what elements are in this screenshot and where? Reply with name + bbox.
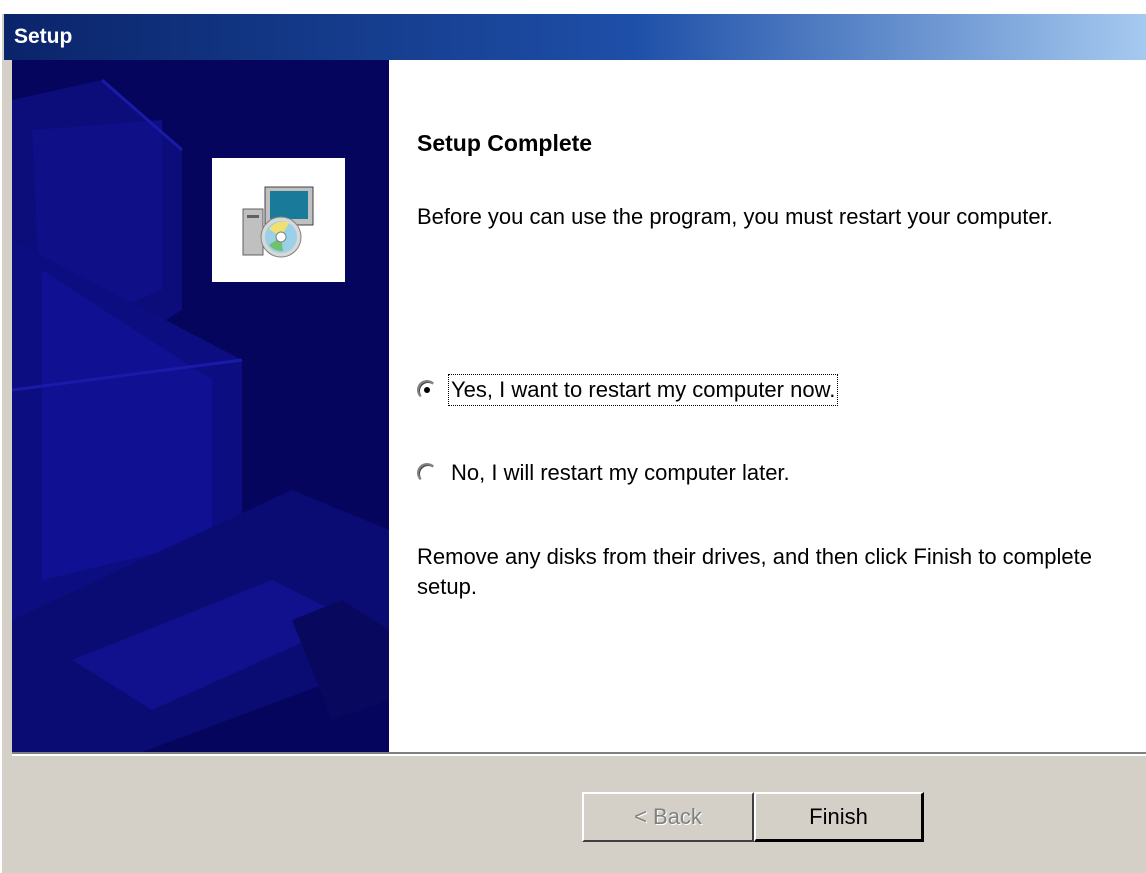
setup-logo-frame — [212, 158, 345, 282]
restart-later-option[interactable]: No, I will restart my computer later. — [417, 458, 792, 488]
window-title: Setup — [14, 25, 73, 48]
restart-later-label[interactable]: No, I will restart my computer later. — [449, 458, 792, 488]
page-heading: Setup Complete — [417, 130, 593, 156]
finish-instructions: Remove any disks from their drives, and … — [417, 544, 1092, 599]
restart-later-radio[interactable] — [417, 463, 437, 483]
title-bar[interactable]: Setup — [4, 14, 1146, 60]
finish-button-label: Finish — [809, 803, 868, 829]
button-area-divider — [12, 752, 1146, 756]
restart-now-label[interactable]: Yes, I want to restart my computer now. — [447, 374, 839, 406]
setup-computer-cd-icon — [225, 171, 332, 269]
window-top-edge — [2, 2, 1146, 14]
back-button-label: < Back — [634, 804, 702, 829]
finish-button[interactable]: Finish — [754, 792, 924, 842]
restart-notice: Before you can use the program, you must… — [417, 204, 1053, 229]
wizard-content-panel: Setup Complete Before you can use the pr… — [389, 60, 1146, 752]
restart-now-option[interactable]: Yes, I want to restart my computer now. — [417, 374, 839, 406]
restart-now-radio[interactable] — [417, 380, 437, 400]
back-button[interactable]: < Back — [582, 792, 754, 842]
wizard-sidebar-graphic — [12, 60, 389, 752]
setup-dialog: Setup Setup Complete Before you can use … — [0, 0, 1146, 873]
